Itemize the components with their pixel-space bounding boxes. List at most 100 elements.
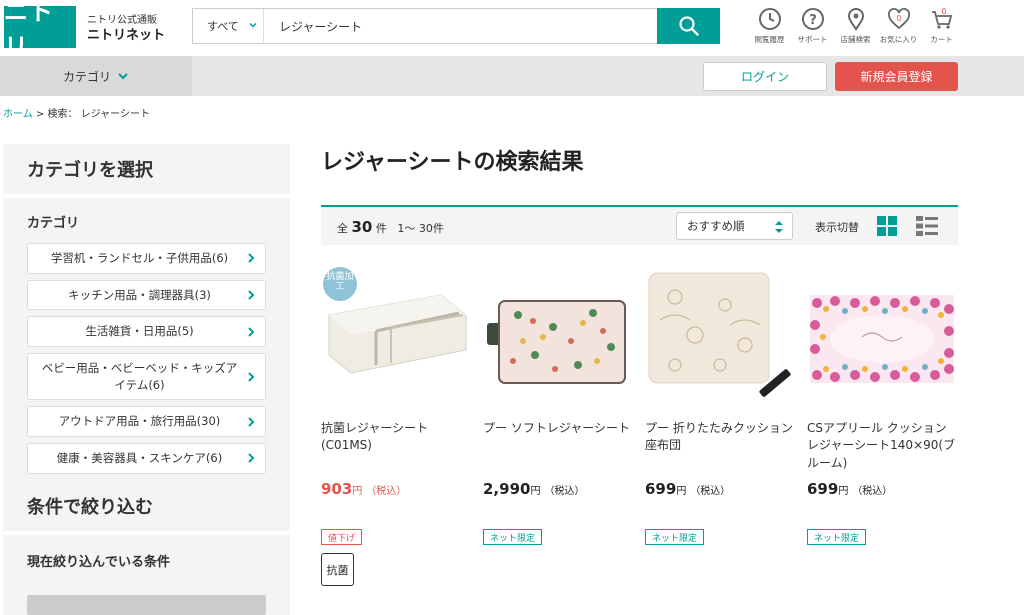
breadcrumb-current: 検索： レジャーシート — [47, 109, 150, 120]
svg-text:?: ? — [809, 13, 817, 28]
support-label: サポート — [797, 35, 828, 44]
history-label: 閲覧履歴 — [754, 35, 785, 44]
filter-panel: 現在絞り込んでいる条件 — [3, 535, 290, 615]
search-icon — [678, 16, 699, 36]
favorite-label: お気に入り — [879, 35, 918, 44]
category-item[interactable]: 学習机・ランドセル・子供用品(6) — [27, 243, 266, 274]
net-only-badge: ネット限定 — [807, 529, 867, 545]
price-value: 903 — [321, 480, 353, 498]
product-price: 2,990円 （税込） — [483, 480, 584, 498]
sort-select[interactable]: おすすめ順 — [676, 212, 793, 240]
price-tax: （税込） — [544, 486, 585, 497]
category-panel: カテゴリ 学習机・ランドセル・子供用品(6) キッチン用品・調理器具(3) 生活… — [3, 198, 290, 494]
price-tax: （税込） — [366, 486, 407, 497]
search-input[interactable] — [265, 9, 657, 43]
price-yen: 円 — [530, 486, 541, 497]
product-name[interactable]: CSアプリール クッションレジャーシート140×90(ブルーム) — [807, 420, 957, 472]
count-number: 30 — [351, 218, 373, 236]
sidebar-title: カテゴリを選択 — [3, 144, 290, 194]
page-title: レジャーシートの検索結果 — [321, 150, 584, 175]
search-button[interactable] — [657, 8, 720, 44]
result-count: 全 30 件 1～ 30件 — [337, 218, 444, 236]
category-menu-button[interactable]: カテゴリ — [0, 56, 192, 96]
price-yen: 円 — [676, 486, 687, 497]
search-bar: すべて — [192, 8, 720, 44]
price-tax: （税込） — [852, 486, 893, 497]
list-view-icon[interactable] — [916, 216, 938, 236]
product-price: 903円 （税込） — [321, 480, 406, 498]
cart-label: カート — [930, 35, 953, 44]
price-yen: 円 — [352, 486, 363, 497]
store-icon — [847, 8, 864, 31]
breadcrumb-separator: > — [35, 109, 45, 120]
price-down-badge: 値下げ — [321, 529, 363, 545]
count-range: 1～ 30件 — [397, 222, 444, 235]
category-heading: カテゴリ — [27, 216, 80, 231]
login-button[interactable]: ログイン — [703, 62, 827, 91]
chevron-right-icon — [248, 253, 255, 264]
price-value: 699 — [807, 480, 839, 498]
product-name[interactable]: プー ソフトレジャーシート — [483, 420, 633, 437]
favorite-count: 0 — [896, 14, 901, 23]
product-name[interactable]: プー 折りたたみクッション座布団 — [645, 420, 795, 455]
category-item-label: ベビー用品・ベビーベッド・キッズアイテム(6) — [41, 361, 238, 392]
view-toggle-label: 表示切替 — [815, 221, 859, 234]
nitori-logo[interactable]: ニトリ — [4, 0, 76, 61]
product-image[interactable] — [483, 265, 633, 405]
register-button[interactable]: 新規会員登録 — [835, 62, 958, 91]
sort-value: おすすめ順 — [687, 219, 745, 233]
category-item-label: アウトドア用品・旅行用品(30) — [58, 414, 221, 429]
filter-subtitle: 現在絞り込んでいる条件 — [27, 555, 171, 570]
category-item-label: 健康・美容器具・スキンケア(6) — [56, 451, 223, 466]
breadcrumb-home[interactable]: ホーム — [3, 109, 33, 120]
price-tax: （税込） — [690, 486, 731, 497]
grid-view-icon[interactable] — [877, 216, 897, 236]
header-icons: 閲覧履歴 ? サポート 店舗検索 0 お気に入り 0 カート — [748, 6, 964, 46]
cart-link[interactable]: 0 カート — [920, 6, 963, 46]
breadcrumb: ホーム > 検索： レジャーシート — [3, 105, 150, 120]
chevron-right-icon — [248, 453, 255, 464]
price-value: 2,990 — [483, 480, 531, 498]
category-menu-label: カテゴリ — [62, 69, 111, 84]
chevron-down-icon — [249, 22, 257, 28]
site-header: ニトリ ニトリ公式通販 ニトリネット すべて 閲覧履歴 ? サポート 店舗検索 … — [0, 0, 1024, 61]
history-link[interactable]: 閲覧履歴 — [748, 6, 791, 46]
sort-arrows-icon — [775, 221, 783, 233]
price-value: 699 — [645, 480, 677, 498]
chevron-down-icon — [118, 73, 128, 80]
cart-icon: 0 — [931, 7, 952, 29]
category-item-label: 学習机・ランドセル・子供用品(6) — [50, 251, 229, 265]
antibacterial-ribbon: 抗菌加工 — [323, 267, 357, 301]
category-item-label: 生活雑貨・日用品(5) — [85, 324, 194, 339]
category-item-label: キッチン用品・調理器具(3) — [68, 287, 211, 302]
filter-clear-button[interactable] — [27, 595, 266, 615]
antibacterial-tag: 抗菌 — [321, 553, 354, 586]
category-item[interactable]: 生活雑貨・日用品(5) — [27, 316, 266, 348]
cart-count: 0 — [941, 7, 946, 16]
store-link[interactable]: 店舗検索 — [834, 6, 877, 46]
count-unit: 件 — [375, 222, 387, 235]
net-only-badge: ネット限定 — [483, 529, 543, 545]
category-item[interactable]: アウトドア用品・旅行用品(30) — [27, 406, 266, 438]
category-item[interactable]: キッチン用品・調理器具(3) — [27, 279, 266, 311]
favorite-link[interactable]: 0 お気に入り — [877, 6, 920, 46]
chevron-right-icon — [248, 290, 255, 300]
result-toolbar: 全 30 件 1～ 30件 おすすめ順 表示切替 — [321, 205, 958, 245]
history-icon — [758, 8, 781, 30]
chevron-right-icon — [248, 416, 255, 427]
support-icon: ? — [801, 8, 824, 30]
search-category-label: すべて — [207, 20, 239, 33]
price-yen: 円 — [838, 486, 849, 497]
category-item[interactable]: 健康・美容器具・スキンケア(6) — [27, 443, 266, 474]
favorite-icon: 0 — [887, 8, 910, 30]
product-price: 699円 （税込） — [807, 480, 892, 498]
chevron-right-icon — [248, 326, 255, 337]
category-item[interactable]: ベビー用品・ベビーベッド・キッズアイテム(6) — [27, 353, 266, 401]
product-image[interactable] — [807, 265, 957, 405]
product-image[interactable] — [645, 265, 795, 405]
product-name[interactable]: 抗菌レジャーシート(C01MS) — [321, 420, 471, 455]
brand-name[interactable]: ニトリネット — [87, 24, 165, 43]
support-link[interactable]: ? サポート — [791, 6, 834, 46]
search-category-select[interactable]: すべて — [193, 9, 264, 43]
store-label: 店舗検索 — [840, 35, 871, 44]
